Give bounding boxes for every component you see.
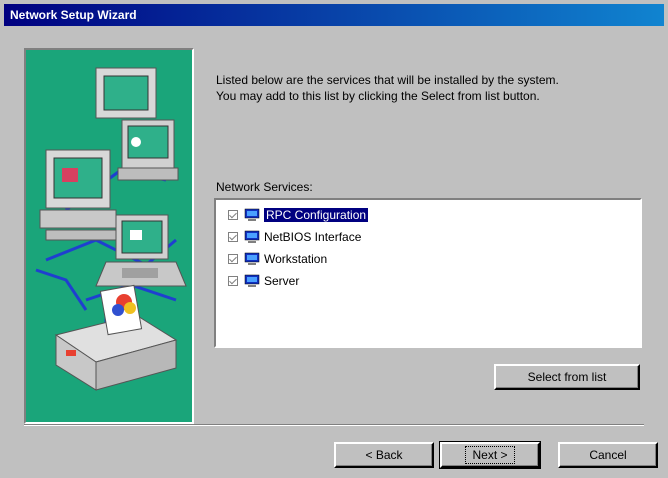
list-item[interactable]: Server	[228, 272, 299, 290]
title-bar[interactable]: Network Setup Wizard	[4, 4, 664, 26]
select-from-list-label: Select from list	[527, 370, 607, 384]
checkbox-checked-icon[interactable]	[228, 210, 238, 220]
network-service-icon	[244, 274, 260, 287]
cancel-button[interactable]: Cancel	[558, 442, 658, 468]
wizard-window: Network Setup Wizard Listed below are th…	[0, 0, 668, 478]
list-item-label: RPC Configuration	[264, 208, 369, 222]
network-service-icon	[244, 208, 260, 221]
select-from-list-button[interactable]: Select from list	[494, 364, 640, 390]
list-item-label: NetBIOS Interface	[264, 230, 362, 244]
list-item-label: Server	[264, 274, 300, 288]
list-item[interactable]: RPC Configuration	[228, 206, 369, 224]
intro-text: Listed below are the services that will …	[216, 72, 646, 104]
services-list-label: Network Services:	[216, 180, 313, 194]
network-service-icon	[244, 230, 260, 243]
back-button[interactable]: < Back	[334, 442, 434, 468]
printer-icon	[54, 284, 178, 391]
back-button-label: < Back	[365, 448, 403, 462]
next-button-label: Next >	[465, 446, 515, 464]
network-computers-illustration	[35, 67, 187, 391]
computer-icon	[39, 149, 117, 241]
list-item[interactable]: Workstation	[228, 250, 327, 268]
cancel-button-label: Cancel	[589, 448, 627, 462]
next-button[interactable]: Next >	[439, 441, 541, 469]
intro-line-1: Listed below are the services that will …	[216, 73, 559, 87]
checkbox-checked-icon[interactable]	[228, 232, 238, 242]
list-item-label: Workstation	[264, 252, 328, 266]
intro-line-2: You may add to this list by clicking the…	[216, 89, 540, 103]
button-separator	[24, 424, 644, 426]
checkbox-checked-icon[interactable]	[228, 254, 238, 264]
services-listbox[interactable]: RPC Configuration NetBIOS Interface Work…	[214, 198, 642, 348]
wizard-illustration	[24, 48, 194, 424]
checkbox-checked-icon[interactable]	[228, 276, 238, 286]
network-service-icon	[244, 252, 260, 265]
list-item[interactable]: NetBIOS Interface	[228, 228, 361, 246]
window-title: Network Setup Wizard	[10, 8, 137, 22]
